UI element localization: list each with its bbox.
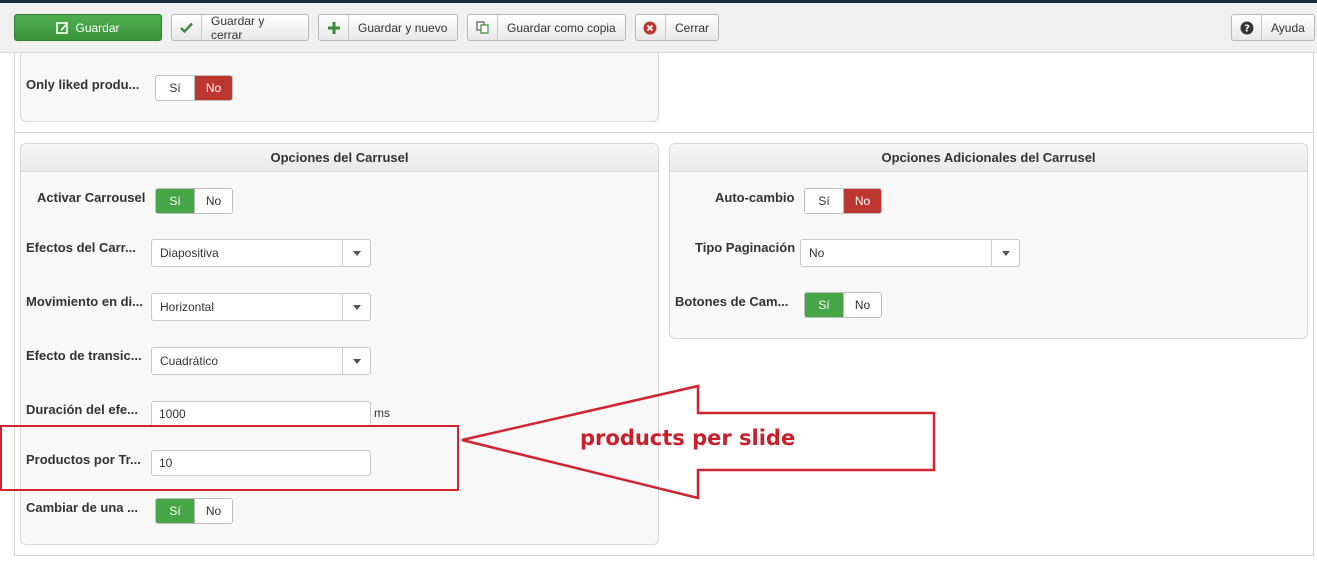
additional-options-title: Opciones Adicionales del Carrusel (670, 144, 1307, 172)
save-new-label: Guardar y nuevo (358, 20, 448, 35)
save-new-button[interactable]: Guardar y nuevo (318, 14, 458, 41)
save-copy-label: Guardar como copia (507, 20, 616, 35)
save-close-label: Guardar y cerrar (211, 13, 265, 42)
plus-icon (319, 15, 349, 40)
change-buttons-toggle[interactable]: Sí No (804, 292, 882, 318)
movement-direction-select[interactable]: Horizontal (151, 293, 371, 321)
only-liked-label: Only liked produ... (26, 77, 140, 92)
movement-direction-label: Movimiento en di... (26, 294, 144, 309)
svg-text:?: ? (1244, 23, 1250, 34)
edit-icon (56, 15, 69, 40)
help-button[interactable]: ? Ayuda (1231, 14, 1315, 41)
copy-icon (468, 15, 498, 40)
close-label: Cerrar (674, 20, 709, 35)
auto-change-toggle[interactable]: Sí No (804, 188, 882, 214)
close-icon (636, 15, 666, 40)
close-button[interactable]: Cerrar (635, 14, 719, 41)
change-one-yes[interactable]: Sí (156, 499, 194, 523)
pagination-type-value: No (809, 246, 825, 260)
save-close-button[interactable]: Guardar y cerrar (171, 13, 309, 42)
carousel-effects-label: Efectos del Carr... (26, 240, 136, 255)
pagination-type-label: Tipo Paginación (695, 240, 796, 255)
activate-carousel-no[interactable]: No (194, 189, 232, 213)
auto-change-label: Auto-cambio (715, 190, 795, 205)
chevron-down-icon (991, 240, 1019, 266)
only-liked-toggle[interactable]: Sí No (155, 75, 233, 101)
chevron-down-icon (342, 348, 370, 374)
pagination-type-select[interactable]: No (800, 239, 1020, 267)
question-icon: ? (1232, 15, 1262, 40)
effect-duration-input[interactable]: 1000 (151, 401, 371, 427)
transition-effect-select[interactable]: Cuadrático (151, 347, 371, 375)
change-one-no[interactable]: No (194, 499, 232, 523)
effect-duration-label: Duración del efe... (26, 402, 138, 417)
change-buttons-no[interactable]: No (843, 293, 881, 317)
duration-unit: ms (374, 406, 390, 420)
help-label: Ayuda (1271, 20, 1305, 35)
change-one-label: Cambiar de una ... (26, 500, 138, 515)
change-one-toggle[interactable]: Sí No (155, 498, 233, 524)
transition-effect-value: Cuadrático (160, 354, 219, 368)
auto-change-yes[interactable]: Sí (805, 189, 843, 213)
activate-carousel-yes[interactable]: Sí (156, 189, 194, 213)
movement-direction-value: Horizontal (160, 300, 215, 314)
only-liked-yes[interactable]: Sí (156, 76, 194, 100)
save-button[interactable]: Guardar (14, 14, 162, 41)
change-buttons-yes[interactable]: Sí (805, 293, 843, 317)
toolbar: Guardar Guardar y cerrar Guardar y nuevo… (0, 3, 1317, 53)
carousel-effects-value: Diapositiva (160, 246, 219, 260)
save-copy-button[interactable]: Guardar como copia (467, 14, 626, 41)
carousel-options-title: Opciones del Carrusel (21, 144, 658, 172)
transition-effect-label: Efecto de transic... (26, 348, 142, 363)
carousel-effects-select[interactable]: Diapositiva (151, 239, 371, 267)
check-icon (172, 15, 202, 40)
chevron-down-icon (342, 294, 370, 320)
chevron-down-icon (342, 240, 370, 266)
activate-carousel-toggle[interactable]: Sí No (155, 188, 233, 214)
change-buttons-label: Botones de Cam... (675, 294, 789, 309)
annotation-highlight-box (0, 425, 459, 491)
section-divider (14, 132, 1314, 133)
annotation-text: products per slide (580, 426, 796, 450)
save-label: Guardar (75, 20, 120, 35)
activate-carousel-label: Activar Carrousel (37, 190, 146, 205)
auto-change-no[interactable]: No (843, 189, 881, 213)
only-liked-no[interactable]: No (194, 76, 232, 100)
